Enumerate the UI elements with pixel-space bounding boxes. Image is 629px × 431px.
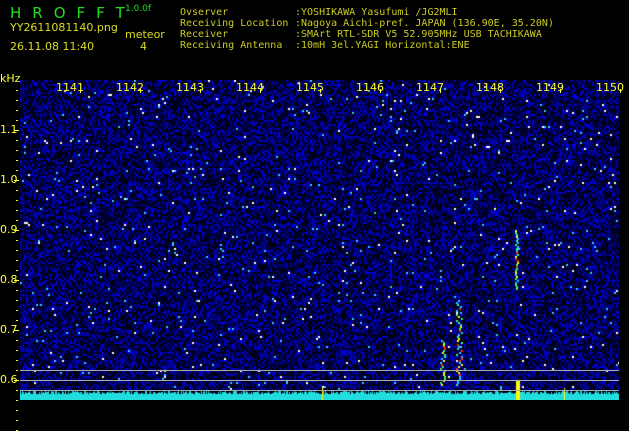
meteor-count: 4 bbox=[140, 40, 147, 53]
info-value: :10mH 3el.YAGI Horizontal:ENE bbox=[295, 40, 470, 51]
y-tick bbox=[16, 390, 18, 391]
y-tick bbox=[16, 210, 18, 211]
y-tick bbox=[16, 340, 18, 341]
y-tick bbox=[16, 240, 18, 241]
x-tick bbox=[620, 89, 621, 93]
info-label: Receiving Location bbox=[180, 18, 289, 29]
x-tick bbox=[380, 89, 381, 93]
y-tick bbox=[16, 110, 18, 111]
marker-line bbox=[20, 390, 619, 391]
y-tick bbox=[16, 320, 18, 321]
y-tick bbox=[16, 220, 18, 221]
y-tick bbox=[16, 410, 18, 411]
y-tick bbox=[16, 290, 18, 291]
x-tick bbox=[260, 89, 261, 93]
y-tick bbox=[16, 190, 18, 191]
y-tick bbox=[16, 160, 18, 161]
y-tick bbox=[16, 260, 18, 261]
info-label: Ovserver bbox=[180, 7, 229, 18]
x-tick bbox=[440, 89, 441, 93]
y-tick bbox=[14, 280, 19, 281]
y-tick bbox=[16, 250, 18, 251]
info-labels: Ovserver Receiving Location Receiver Rec… bbox=[180, 7, 288, 51]
version: 1.0.0f bbox=[125, 4, 152, 14]
marker-line bbox=[20, 370, 619, 371]
datetime: 26.11.08 11:40 bbox=[10, 40, 95, 53]
info-value: :SMArt RTL-SDR V5 52.905MHz USB TACHIKAW… bbox=[295, 29, 542, 40]
spectrogram bbox=[20, 80, 619, 400]
info-label: Receiver bbox=[180, 29, 229, 40]
y-tick bbox=[16, 270, 18, 271]
y-tick bbox=[16, 420, 18, 421]
y-tick bbox=[16, 90, 18, 91]
x-tick bbox=[560, 89, 561, 93]
info-value: :Nagoya Aichi-pref. JAPAN (136.90E, 35.2… bbox=[295, 18, 554, 29]
x-tick bbox=[320, 89, 321, 93]
app-logo: HROFFT bbox=[10, 4, 136, 22]
y-tick bbox=[16, 140, 18, 141]
info-value: :YOSHIKAWA Yasufumi /JG2MLI bbox=[295, 7, 458, 18]
y-tick bbox=[16, 150, 18, 151]
info-label: Receiving Antenna bbox=[180, 40, 283, 51]
y-tick bbox=[16, 370, 18, 371]
y-tick bbox=[16, 400, 18, 401]
y-tick bbox=[16, 120, 18, 121]
y-tick bbox=[16, 310, 18, 311]
info-values: :YOSHIKAWA Yasufumi /JG2MLI :Nagoya Aich… bbox=[295, 7, 554, 51]
marker-line bbox=[20, 380, 619, 381]
y-tick bbox=[14, 130, 19, 131]
x-tick bbox=[80, 89, 81, 93]
x-tick bbox=[500, 89, 501, 93]
y-unit: kHz bbox=[0, 72, 21, 85]
filename: YY2611081140.png bbox=[10, 21, 118, 34]
y-tick bbox=[14, 330, 19, 331]
x-tick bbox=[200, 89, 201, 93]
x-tick bbox=[140, 89, 141, 93]
y-tick bbox=[16, 200, 18, 201]
y-tick bbox=[16, 350, 18, 351]
y-tick bbox=[16, 100, 18, 101]
y-tick bbox=[16, 170, 18, 171]
y-tick bbox=[16, 300, 18, 301]
y-tick bbox=[14, 230, 19, 231]
y-tick bbox=[16, 360, 18, 361]
y-tick bbox=[14, 380, 19, 381]
y-tick bbox=[14, 180, 19, 181]
